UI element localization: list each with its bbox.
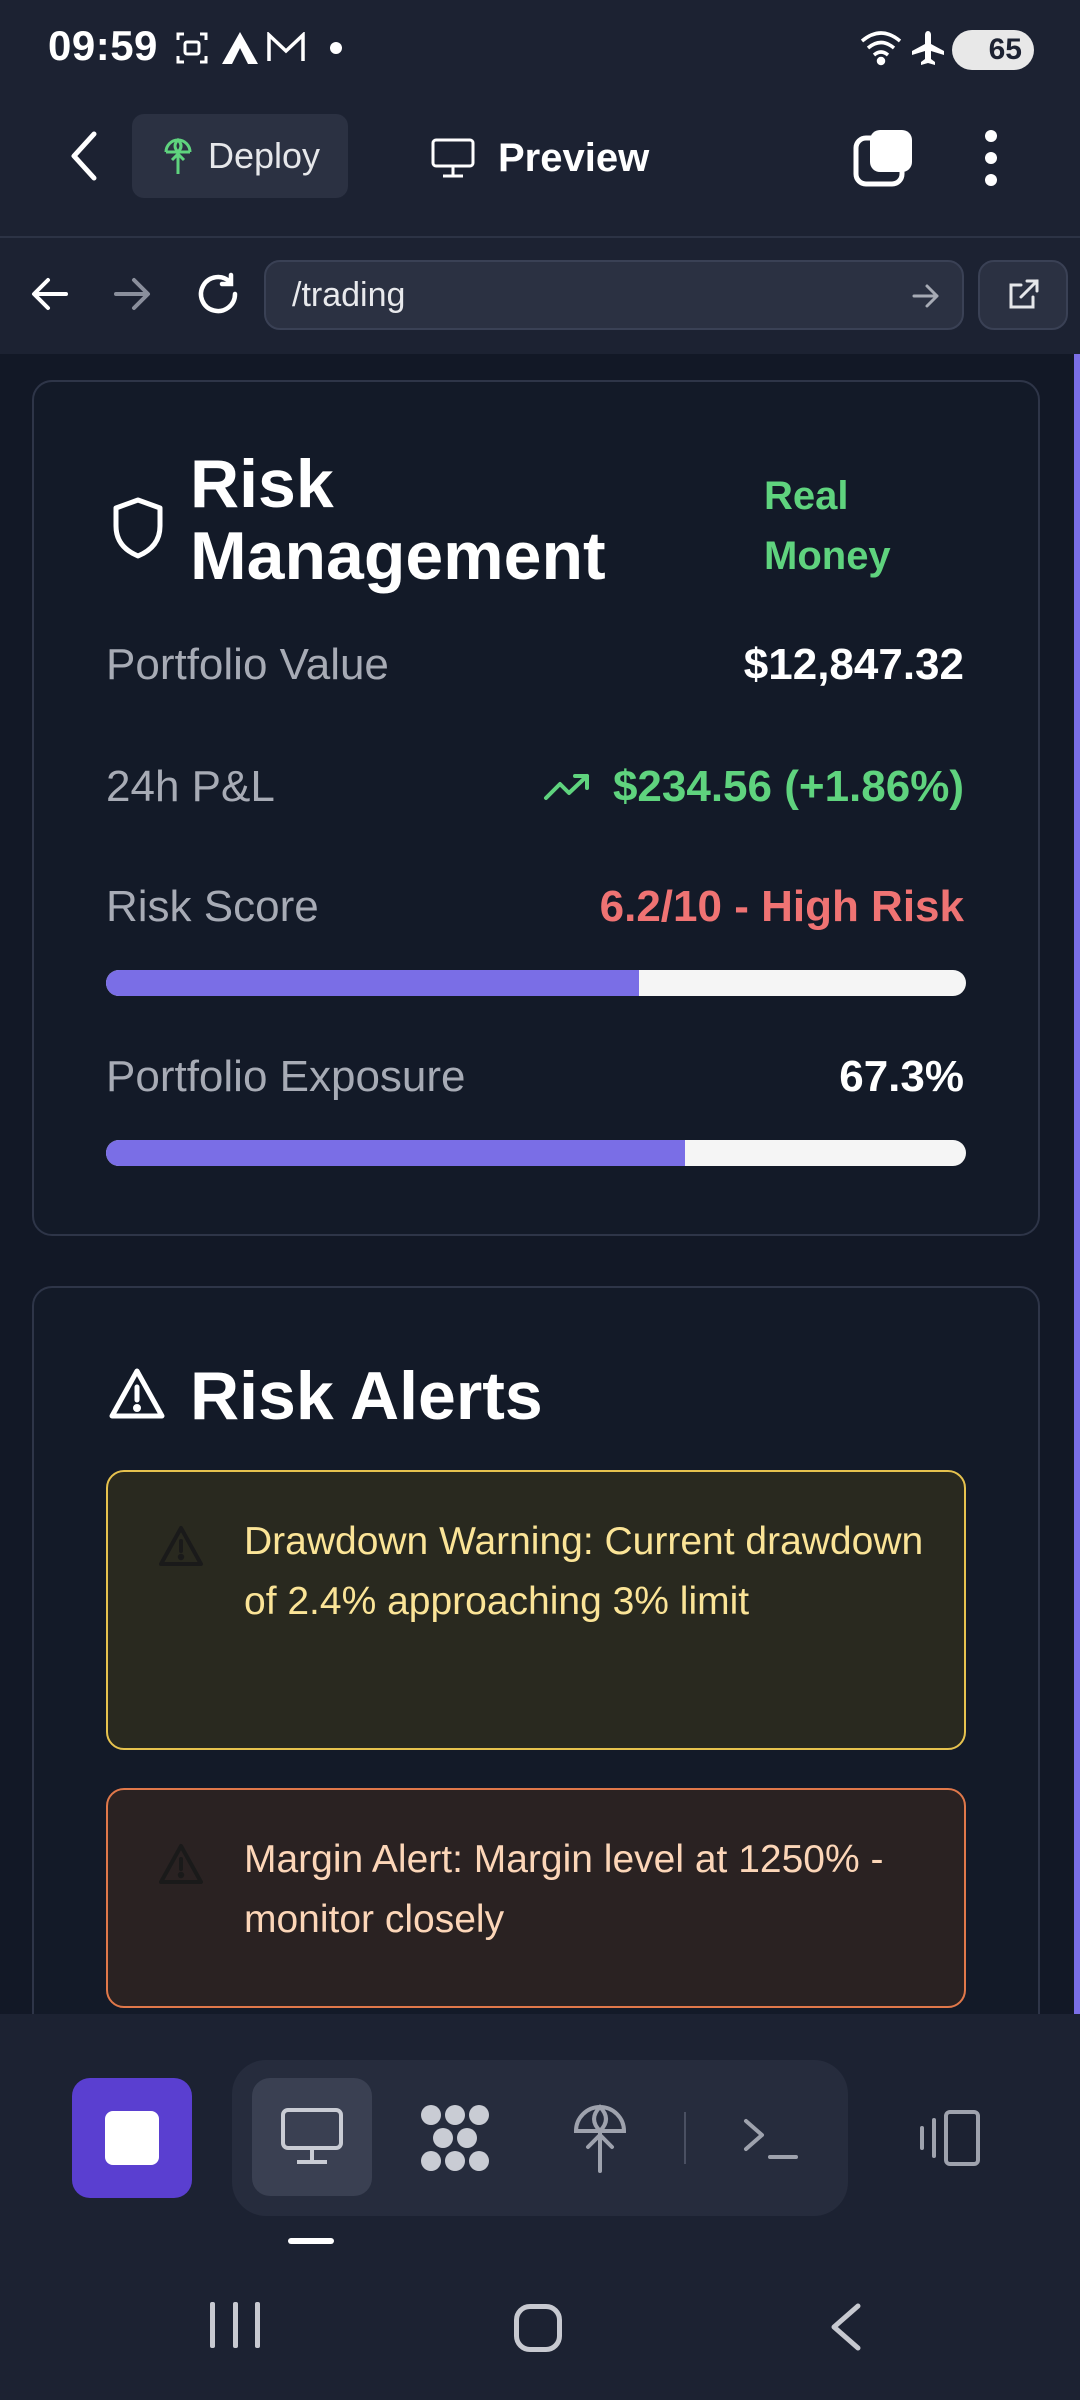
pnl-label: 24h P&L xyxy=(106,762,275,811)
nodes-icon xyxy=(421,2105,489,2171)
risk-alerts-title: Risk Alerts xyxy=(190,1358,543,1434)
preview-label: Preview xyxy=(498,135,650,180)
preview-tab[interactable]: Preview xyxy=(430,126,649,190)
alert-text: Margin Alert: Margin level at 1250% - mo… xyxy=(244,1838,884,1941)
portfolio-value: $12,847.32 xyxy=(743,640,964,689)
real-money-badge: Real Money xyxy=(764,474,891,578)
deploy-label: Deploy xyxy=(208,135,321,176)
terminal-tool-button[interactable] xyxy=(730,2100,810,2176)
drawdown-warning-alert: Drawdown Warning: Current drawdown of 2.… xyxy=(106,1470,966,1750)
alert-text: Drawdown Warning: Current drawdown of 2.… xyxy=(244,1520,924,1623)
trending-up-icon xyxy=(543,774,589,800)
system-back-button[interactable] xyxy=(826,2302,866,2352)
more-options-button[interactable] xyxy=(966,122,1016,194)
reload-icon xyxy=(198,272,238,314)
arrow-right-icon xyxy=(114,278,150,310)
url-go-button[interactable] xyxy=(904,276,948,316)
deploy-icon xyxy=(164,137,192,174)
url-input[interactable] xyxy=(264,260,964,330)
notification-dot-icon xyxy=(324,24,348,72)
tool-separator xyxy=(684,2112,686,2164)
screenshot-icon xyxy=(172,24,212,72)
exposure-progress-fill xyxy=(106,1140,685,1166)
active-tab-indicator xyxy=(288,2238,334,2244)
warning-icon xyxy=(159,1844,203,1884)
monitor-icon xyxy=(281,2108,343,2164)
exposure-progress-bar xyxy=(106,1140,966,1166)
stop-button[interactable] xyxy=(72,2078,192,2198)
preview-tool-button[interactable] xyxy=(252,2078,372,2196)
terminal-icon xyxy=(744,2119,798,2159)
monitor-icon xyxy=(431,138,475,178)
browser-forward-button[interactable] xyxy=(106,266,158,322)
open-external-button[interactable] xyxy=(978,260,1068,330)
tabs-button[interactable] xyxy=(852,126,916,190)
airplane-icon xyxy=(906,24,950,72)
risk-management-title: Risk Management xyxy=(190,446,606,594)
mail-icon xyxy=(264,24,308,72)
risk-score-label: Risk Score xyxy=(106,882,319,931)
tabs-icon xyxy=(853,130,912,187)
reload-button[interactable] xyxy=(190,266,246,322)
device-view-button[interactable] xyxy=(908,2104,988,2172)
warning-icon xyxy=(159,1526,203,1566)
pnl-value-row: $234.56 (+1.86%) xyxy=(543,762,964,812)
margin-alert: Margin Alert: Margin level at 1250% - mo… xyxy=(106,1788,966,2008)
back-button[interactable] xyxy=(56,124,112,188)
portfolio-value-label: Portfolio Value xyxy=(106,640,389,689)
exposure-label: Portfolio Exposure xyxy=(106,1052,466,1101)
deploy-tool-button[interactable] xyxy=(560,2094,640,2180)
device-icon xyxy=(920,2110,980,2166)
chevron-left-icon xyxy=(71,131,97,181)
warning-icon xyxy=(108,1366,166,1422)
deploy-icon xyxy=(573,2104,627,2173)
recent-apps-button[interactable] xyxy=(210,2302,260,2352)
pnl-value: $234.56 (+1.86%) xyxy=(612,762,964,811)
scrollbar[interactable] xyxy=(1074,354,1080,2014)
app-a-icon xyxy=(218,24,262,72)
home-button[interactable] xyxy=(514,2304,562,2352)
risk-score-progress-bar xyxy=(106,970,966,996)
shield-icon xyxy=(110,496,166,560)
arrow-right-icon xyxy=(912,284,939,308)
deploy-button[interactable]: Deploy xyxy=(132,114,348,198)
nodes-tool-button[interactable] xyxy=(410,2096,500,2180)
arrow-left-icon xyxy=(32,278,68,310)
stop-icon xyxy=(105,2111,159,2165)
browser-back-button[interactable] xyxy=(24,266,76,322)
risk-score-value: 6.2/10 - High Risk xyxy=(599,882,964,931)
chevron-left-icon xyxy=(831,2303,861,2351)
exposure-value: 67.3% xyxy=(839,1052,964,1101)
wifi-icon xyxy=(856,24,906,72)
status-time: 09:59 xyxy=(48,22,158,69)
external-link-icon xyxy=(1009,279,1039,309)
battery-indicator: 65 xyxy=(952,30,1034,70)
risk-score-progress-fill xyxy=(106,970,640,996)
